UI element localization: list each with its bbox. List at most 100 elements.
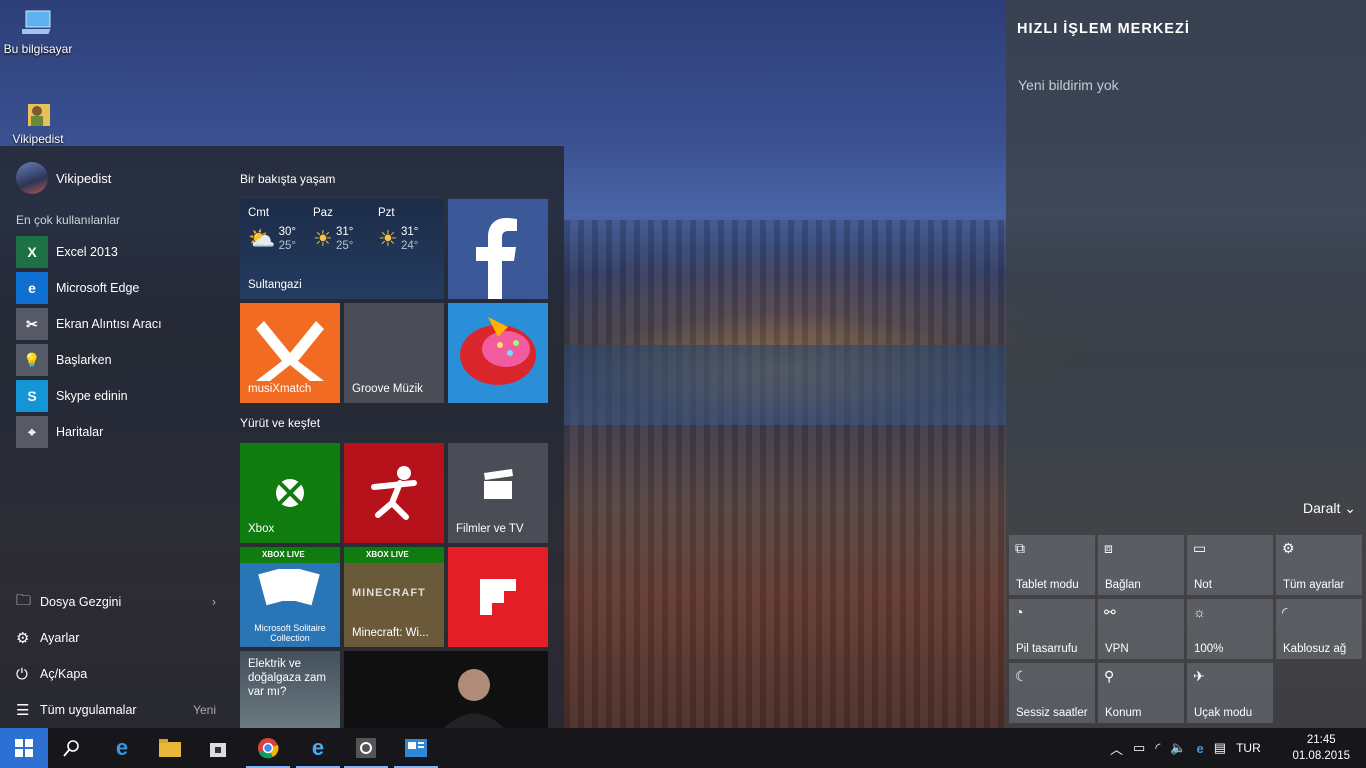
tile-label: Groove Müzik xyxy=(352,383,423,395)
app-item-excel[interactable]: X Excel 2013 xyxy=(16,234,162,270)
chevron-down-icon: ⌄ xyxy=(1344,500,1356,516)
power-item[interactable]: ⏻ Aç/Kapa xyxy=(16,656,216,692)
user-account[interactable]: Vikipedist xyxy=(16,162,111,194)
folder-icon: 🗀 xyxy=(16,591,32,609)
quick-action-label: Bağlan xyxy=(1105,579,1141,591)
minecraft-tile[interactable]: XBOX LIVE MINECRAFT Minecraft: Wi... xyxy=(344,547,444,647)
app-item-edge[interactable]: e Microsoft Edge xyxy=(16,270,162,306)
clapperboard-icon xyxy=(484,469,513,499)
quick-action-label: Konum xyxy=(1105,707,1142,719)
gear-icon: ⚙ xyxy=(16,630,30,647)
facebook-icon xyxy=(476,218,517,299)
weather-location: Sultangazi xyxy=(248,279,302,291)
playing-cards-icon xyxy=(258,568,320,606)
news-tile[interactable]: Elektrik ve doğalgaza zam var mı? xyxy=(240,651,340,728)
quick-action-label: Sessiz saatler xyxy=(1016,707,1088,719)
app-item-maps[interactable]: ⌖ Haritalar xyxy=(16,414,162,450)
xbox-live-banner: XBOX LIVE xyxy=(240,547,340,563)
store-taskbar-button[interactable] xyxy=(194,728,242,768)
app-item-get-started[interactable]: 💡 Başlarken xyxy=(16,342,162,378)
collapse-label: Daralt xyxy=(1303,500,1341,516)
photos-taskbar-button[interactable] xyxy=(392,728,440,768)
tablet-icon: ⧉ xyxy=(1015,540,1025,556)
tile-label: Filmler ve TV xyxy=(456,523,524,535)
file-explorer-taskbar-button[interactable] xyxy=(146,728,194,768)
volume-icon[interactable]: 🔈 xyxy=(1170,740,1186,756)
wifi-icon[interactable]: ◜ xyxy=(1155,740,1160,756)
candy-crush-tile[interactable] xyxy=(448,303,548,403)
movies-tv-tile[interactable]: Filmler ve TV xyxy=(448,443,548,543)
battery-icon[interactable]: ▭ xyxy=(1133,740,1145,756)
weather-low: 25° xyxy=(278,240,296,252)
tile-label: Microsoft Solitaire Collection xyxy=(254,623,326,643)
start-menu: Vikipedist En çok kullanılanlar X Excel … xyxy=(0,146,564,728)
groove-music-tile[interactable]: Groove Müzik xyxy=(344,303,444,403)
news-photo-tile[interactable] xyxy=(344,651,548,728)
quick-action-quiet-hours[interactable]: ☾ Sessiz saatler xyxy=(1009,663,1095,723)
musixmatch-tile[interactable]: musiXmatch xyxy=(240,303,340,403)
quick-action-all-settings[interactable]: ⚙ Tüm ayarlar xyxy=(1276,535,1362,595)
computer-icon xyxy=(22,10,51,34)
quick-action-wifi[interactable]: ◜ Kablosuz ağ xyxy=(1276,599,1362,659)
wallpaper-water xyxy=(564,345,1006,425)
start-button[interactable] xyxy=(0,728,48,768)
chevron-right-icon[interactable]: › xyxy=(212,595,216,609)
quick-action-note[interactable]: ▭ Not xyxy=(1187,535,1273,595)
quick-action-label: Tablet modu xyxy=(1016,579,1079,591)
taskbar: e e ︿ ▭ ◜ 🔈 e ▤ TUR 21:45 01.08.2015 xyxy=(0,728,1366,768)
action-center-icon[interactable]: ▤ xyxy=(1214,740,1226,756)
quick-action-tablet-mode[interactable]: ⧉ Tablet modu xyxy=(1009,535,1095,595)
quick-action-battery-saver[interactable]: ◔ Pil tasarrufu xyxy=(1009,599,1095,659)
file-explorer-item[interactable]: 🗀 Dosya Gezgini › xyxy=(16,584,216,620)
ie-taskbar-button[interactable]: e xyxy=(294,728,342,768)
edge-taskbar-button[interactable]: e xyxy=(98,728,146,768)
action-center: HIZLI İŞLEM MERKEZİ Yeni bildirim yok Da… xyxy=(1006,0,1366,728)
quick-action-connect[interactable]: ⧈ Bağlan xyxy=(1098,535,1184,595)
desktop-icon-this-pc[interactable]: Bu bilgisayar xyxy=(0,8,76,56)
chevron-up-icon[interactable]: ︿ xyxy=(1110,739,1123,758)
chrome-taskbar-button[interactable] xyxy=(244,728,292,768)
file-explorer-icon xyxy=(159,739,181,757)
settings-item[interactable]: ⚙ Ayarlar xyxy=(16,620,216,656)
facebook-tile[interactable] xyxy=(448,199,548,299)
weather-day: Paz ☀ 31° 25° xyxy=(313,207,377,253)
collapse-button[interactable]: Daralt ⌄ xyxy=(1303,500,1356,517)
photos-app-icon xyxy=(405,739,427,757)
ie-tray-icon[interactable]: e xyxy=(1197,741,1204,756)
app-label: Excel 2013 xyxy=(56,245,118,259)
person-photo-icon xyxy=(444,669,504,728)
quick-action-vpn[interactable]: ⚯ VPN xyxy=(1098,599,1184,659)
app-item-snipping-tool[interactable]: ✂ Ekran Alıntısı Aracı xyxy=(16,306,162,342)
quick-action-location[interactable]: ⚲ Konum xyxy=(1098,663,1184,723)
search-button[interactable] xyxy=(48,728,96,768)
settings-taskbar-button[interactable] xyxy=(342,728,390,768)
clock[interactable]: 21:45 01.08.2015 xyxy=(1292,732,1350,764)
quick-action-brightness[interactable]: ☼ 100% xyxy=(1187,599,1273,659)
user-folder-icon xyxy=(28,104,50,126)
bottom-label: Tüm uygulamalar xyxy=(40,703,137,717)
tile-group-title: Bir bakışta yaşam xyxy=(240,172,336,186)
solitaire-tile[interactable]: XBOX LIVE Microsoft Solitaire Collection xyxy=(240,547,340,647)
app-item-skype[interactable]: S Skype edinin xyxy=(16,378,162,414)
language-indicator[interactable]: TUR xyxy=(1236,741,1261,755)
clock-date: 01.08.2015 xyxy=(1292,750,1350,762)
quick-action-label: Pil tasarrufu xyxy=(1016,643,1078,655)
quick-action-label: Tüm ayarlar xyxy=(1283,579,1345,591)
search-icon xyxy=(63,740,79,757)
all-apps-item[interactable]: ☰ Tüm uygulamalar Yeni xyxy=(16,692,216,728)
chrome-icon xyxy=(258,738,279,759)
weather-tile[interactable]: Cmt ⛅ 30° 25° Paz ☀ 31° 25° Pzt ☀ 31° 24° S… xyxy=(240,199,444,299)
list-icon: ☰ xyxy=(16,702,30,719)
runner-game-tile[interactable] xyxy=(344,443,444,543)
xbox-tile[interactable]: Xbox xyxy=(240,443,340,543)
candy-crush-icon xyxy=(460,317,536,385)
battery-saver-icon: ◔ xyxy=(1015,604,1024,620)
edge-icon: e xyxy=(115,735,129,760)
flipboard-icon xyxy=(480,579,516,615)
flipboard-tile[interactable] xyxy=(448,547,548,647)
desktop-icon-vikipedist[interactable]: Vikipedist xyxy=(0,98,76,146)
quick-action-airplane-mode[interactable]: ✈ Uçak modu xyxy=(1187,663,1273,723)
gear-icon: ⚙ xyxy=(1282,540,1295,556)
no-notifications-text: Yeni bildirim yok xyxy=(1018,77,1119,93)
app-label: Microsoft Edge xyxy=(56,281,140,295)
